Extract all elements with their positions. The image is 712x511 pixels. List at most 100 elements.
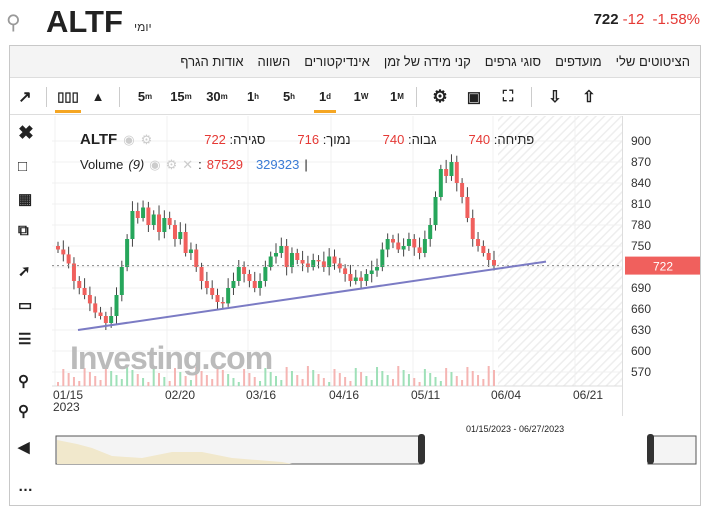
- y-tick-label: 870: [631, 155, 651, 169]
- menu-chart-types[interactable]: סוגי גרפים: [485, 54, 541, 69]
- menu-favorites[interactable]: מועדפים: [555, 54, 602, 69]
- candle: [343, 268, 348, 274]
- fibonacci-tool-icon[interactable]: ☰: [18, 330, 31, 348]
- candle: [242, 267, 247, 274]
- x-tick-label: 06/21: [573, 388, 603, 402]
- divider: [416, 86, 417, 107]
- y-tick-label: 780: [631, 218, 651, 232]
- chart-menu: אודות הגרף השווה אינדיקטורים קני מידה של…: [10, 46, 700, 78]
- candles-icon[interactable]: ▯▯▯: [53, 82, 83, 113]
- candle: [93, 303, 98, 313]
- camera-icon[interactable]: ▣: [457, 82, 491, 112]
- close-icon[interactable]: ✖: [18, 122, 34, 145]
- fullscreen-icon[interactable]: ⛶: [491, 82, 525, 112]
- open-value: 740: [468, 132, 491, 147]
- candle: [263, 267, 268, 281]
- symbol-title: ALTF: [46, 4, 123, 39]
- rectangle-tool-icon[interactable]: ▭: [18, 296, 32, 314]
- interval-1h[interactable]: 1h: [240, 82, 266, 112]
- candle: [369, 270, 374, 274]
- future-area: [498, 116, 622, 386]
- download-cloud-icon[interactable]: ⇩: [538, 82, 572, 112]
- y-tick-label: 690: [631, 281, 651, 295]
- candle: [465, 197, 470, 218]
- interval-15m[interactable]: 15 m: [168, 82, 194, 112]
- settings-icon[interactable]: ⚙: [423, 82, 457, 112]
- candle: [444, 169, 449, 176]
- upload-cloud-icon[interactable]: ⇧: [572, 82, 606, 112]
- watermark-logo: Investing.com: [70, 340, 273, 376]
- legend-high: גבוה: 740: [383, 132, 437, 147]
- gear-icon[interactable]: ⚙: [166, 157, 178, 173]
- volume-bar: [253, 377, 256, 386]
- high-label: גבוה:: [407, 132, 437, 147]
- menu-about[interactable]: אודות הגרף: [180, 54, 243, 69]
- navigator-handle-right: [647, 434, 654, 464]
- area-chart-icon[interactable]: ▲: [83, 82, 113, 112]
- candle: [406, 239, 411, 246]
- interval-1W[interactable]: 1W: [348, 82, 374, 112]
- volume-bar: [211, 379, 214, 386]
- volume-bar: [445, 368, 448, 386]
- menu-timescales[interactable]: קני מידה של זמן: [384, 54, 471, 69]
- candle: [284, 246, 289, 267]
- volume-bar: [312, 370, 315, 386]
- gear-icon[interactable]: ⚙: [141, 132, 153, 148]
- volume-bar: [168, 381, 171, 386]
- volume-bar: [333, 369, 336, 386]
- volume-bar: [78, 381, 81, 386]
- zoom-in-icon[interactable]: ⚲: [18, 372, 29, 390]
- volume-bar: [120, 379, 123, 386]
- candle: [146, 207, 151, 225]
- legend-open: פתיחה: 740: [468, 132, 534, 147]
- candle: [492, 260, 496, 266]
- candle: [460, 183, 465, 197]
- eye-icon[interactable]: ◉: [123, 132, 134, 148]
- candle: [204, 281, 209, 288]
- candle: [417, 247, 422, 253]
- interval-5m[interactable]: 5m: [132, 82, 158, 112]
- volume-bar: [237, 382, 240, 386]
- x-tick-label: 04/16: [329, 388, 359, 402]
- candle: [454, 162, 459, 183]
- interval-1M[interactable]: 1M: [384, 82, 410, 112]
- more-icon[interactable]: …: [18, 478, 33, 495]
- zoom-out-icon[interactable]: ⚲: [18, 402, 29, 420]
- legend-close: סגירה: 722: [204, 132, 265, 147]
- remove-drawings-icon[interactable]: □: [18, 158, 27, 175]
- volume-bar: [407, 374, 410, 386]
- cursor-icon[interactable]: ↗: [10, 82, 40, 112]
- candle: [114, 295, 119, 316]
- candle: [412, 239, 417, 248]
- divider: [46, 86, 47, 107]
- interval-1d[interactable]: 1d: [312, 82, 338, 113]
- menu-compare[interactable]: השווה: [258, 54, 291, 69]
- volume-bar: [344, 377, 347, 386]
- volume-bar: [349, 381, 352, 386]
- interval-unit: W: [360, 92, 369, 101]
- search-icon[interactable]: ⚲: [6, 10, 21, 35]
- range-navigator[interactable]: [52, 420, 700, 505]
- close-icon[interactable]: ✕: [182, 157, 193, 173]
- volume-bar: [461, 380, 464, 386]
- remove-indicators-icon[interactable]: ▦: [18, 190, 32, 208]
- interval-unit: m: [184, 92, 192, 101]
- clone-icon[interactable]: ⧉: [18, 222, 29, 239]
- volume-bar: [147, 382, 150, 386]
- interval-30m[interactable]: 30 m: [204, 82, 230, 112]
- candle: [167, 218, 172, 225]
- line-tool-icon[interactable]: ➚: [18, 262, 31, 280]
- candle: [380, 249, 385, 267]
- scroll-left-icon[interactable]: ◀: [18, 438, 30, 456]
- menu-indicators[interactable]: אינדיקטורים: [304, 54, 370, 69]
- candle: [226, 288, 231, 304]
- volume-bar: [57, 382, 59, 386]
- interval-5h[interactable]: 5h: [276, 82, 302, 112]
- volume-bar: [62, 369, 65, 386]
- candle: [422, 239, 427, 253]
- volume-bar: [413, 378, 416, 386]
- x-tick-label: 03/16: [246, 388, 276, 402]
- eye-icon[interactable]: ◉: [149, 157, 160, 173]
- volume-bar: [487, 366, 490, 386]
- menu-my-quotes[interactable]: הציטוטים שלי: [616, 54, 690, 69]
